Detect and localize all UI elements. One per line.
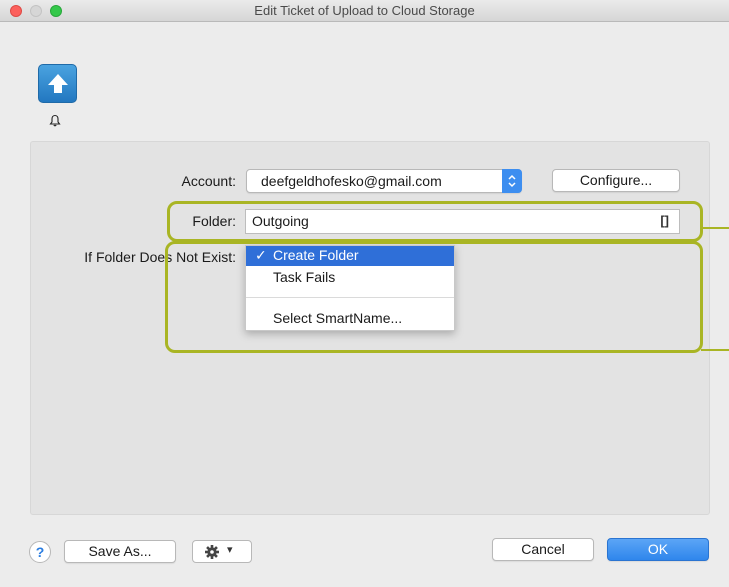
menu-highlight: [165, 241, 703, 353]
account-value: deefgeldhofesko@gmail.com: [261, 173, 442, 189]
title-bar: Edit Ticket of Upload to Cloud Storage: [0, 0, 729, 22]
gear-icon: [205, 545, 219, 559]
account-popup[interactable]: deefgeldhofesko@gmail.com: [246, 169, 522, 193]
account-label: Account:: [181, 173, 236, 189]
gear-menu-button[interactable]: ▾: [192, 540, 252, 563]
edit-ticket-window: Edit Ticket of Upload to Cloud Storage A…: [0, 0, 729, 587]
chevron-down-icon: ▾: [227, 544, 233, 556]
window-title: Edit Ticket of Upload to Cloud Storage: [254, 3, 475, 18]
popup-arrows-icon: [502, 169, 522, 193]
folder-callout-line: [703, 227, 729, 229]
help-button[interactable]: ?: [29, 541, 51, 563]
ok-button[interactable]: OK: [607, 538, 709, 561]
upload-arrow-icon[interactable]: [38, 64, 77, 103]
folder-highlight: [167, 201, 703, 242]
bell-icon[interactable]: [49, 114, 61, 130]
configure-button[interactable]: Configure...: [552, 169, 680, 192]
menu-callout-line: [701, 349, 729, 351]
cancel-button[interactable]: Cancel: [492, 538, 594, 561]
save-as-button[interactable]: Save As...: [64, 540, 176, 563]
